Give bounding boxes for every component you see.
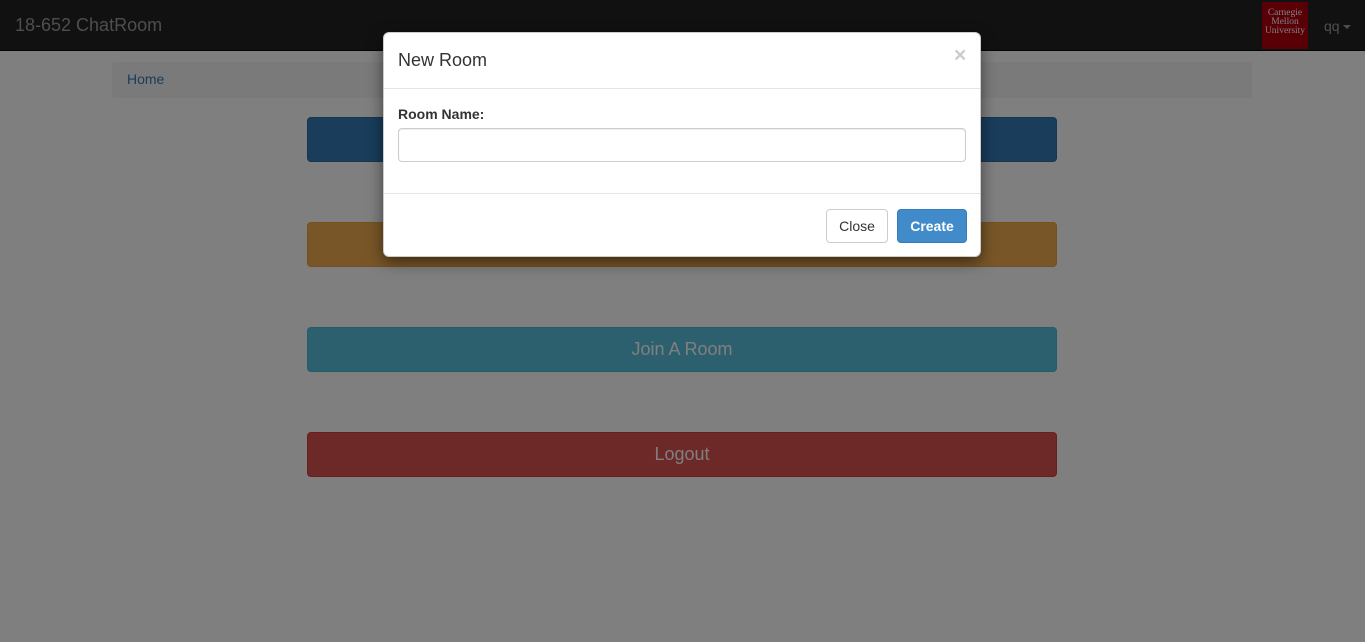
close-button[interactable]: Close	[826, 209, 888, 243]
modal-footer: Close Create	[384, 193, 980, 257]
room-name-input[interactable]	[398, 128, 966, 162]
modal-header: New Room ×	[384, 33, 980, 89]
close-icon[interactable]: ×	[954, 44, 966, 68]
modal-title: New Room	[398, 50, 488, 70]
new-room-modal: New Room × Room Name: Close Create	[383, 32, 981, 257]
modal-body: Room Name:	[398, 105, 966, 162]
room-name-label: Room Name:	[398, 106, 485, 122]
create-button[interactable]: Create	[897, 209, 967, 243]
